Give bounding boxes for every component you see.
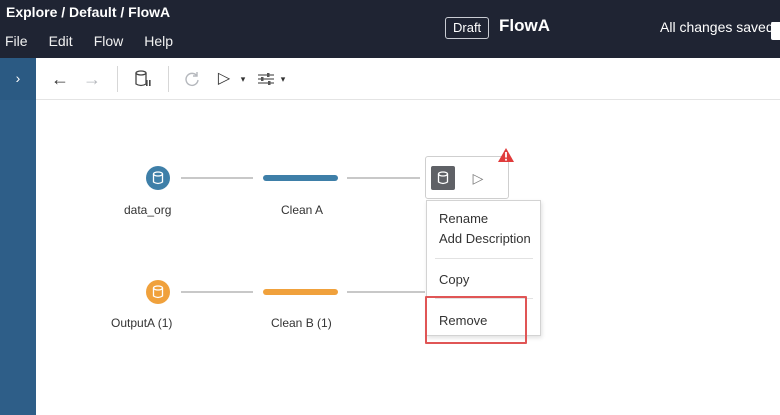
run-button[interactable]: ▷ [214, 58, 234, 100]
node-label-outputa: OutputA (1) [111, 316, 173, 330]
menu-help[interactable]: Help [144, 33, 173, 49]
node-label-clean-b: Clean B (1) [271, 316, 332, 330]
expand-sidebar-button[interactable]: › [0, 58, 36, 100]
menu-bar: File Edit Flow Help [5, 33, 194, 49]
breadcrumb: Explore / Default / FlowA [6, 4, 170, 20]
settings-dropdown[interactable]: ▾ [278, 58, 288, 100]
input-node-data-org[interactable] [146, 166, 170, 190]
caret-down-icon: ▾ [240, 74, 246, 84]
database-icon [152, 285, 164, 299]
save-status: All changes saved [660, 19, 774, 35]
run-dropdown[interactable]: ▾ [238, 58, 248, 100]
connector-line [347, 177, 420, 179]
node-label-clean-a: Clean A [281, 203, 324, 217]
output-database-button[interactable] [431, 166, 455, 190]
node-label-data-org: data_org [124, 203, 172, 217]
toolbar: ← → ▷ ▾ ▾ [36, 58, 780, 100]
left-sidebar [0, 58, 36, 415]
output-run-button[interactable]: ▷ [466, 167, 490, 189]
arrow-left-icon: ← [51, 69, 69, 89]
toolbar-divider [117, 66, 118, 92]
breadcrumb-explore[interactable]: Explore [6, 4, 57, 20]
connector-line [347, 291, 425, 293]
database-icon [152, 171, 164, 185]
breadcrumb-flowa[interactable]: FlowA [128, 4, 170, 20]
connector-line [181, 177, 253, 179]
data-source-button[interactable] [132, 58, 154, 100]
refresh-button[interactable] [181, 58, 203, 100]
remove-highlight-box [425, 296, 527, 344]
back-button[interactable]: ← [50, 58, 70, 100]
breadcrumb-separator: / [57, 4, 70, 20]
top-bar: Explore / Default / FlowA File Edit Flow… [0, 0, 780, 58]
clean-step-a[interactable] [263, 175, 338, 181]
connector-line [181, 291, 253, 293]
input-node-outputa[interactable] [146, 280, 170, 304]
flow-title[interactable]: FlowA [499, 16, 550, 36]
panel-edge-button[interactable] [771, 22, 780, 40]
draft-badge: Draft [445, 17, 490, 39]
breadcrumb-default[interactable]: Default [69, 4, 116, 20]
play-icon: ▷ [472, 170, 484, 186]
warning-icon [498, 148, 514, 162]
menu-file[interactable]: File [5, 33, 28, 49]
chevron-right-icon: › [15, 70, 21, 86]
database-icon [437, 171, 449, 185]
menu-divider [435, 258, 533, 259]
caret-down-icon: ▾ [280, 74, 286, 84]
menu-item-add-description[interactable]: Add Description [439, 231, 531, 246]
clean-step-b[interactable] [263, 289, 338, 295]
forward-button[interactable]: → [82, 58, 102, 100]
toolbar-divider [168, 66, 169, 92]
settings-button[interactable] [255, 58, 277, 100]
menu-edit[interactable]: Edit [49, 33, 73, 49]
menu-item-copy[interactable]: Copy [439, 272, 469, 287]
refresh-icon [185, 72, 199, 86]
menu-flow[interactable]: Flow [94, 33, 124, 49]
sliders-icon [258, 73, 274, 85]
breadcrumb-separator: / [116, 4, 129, 20]
arrow-right-icon: → [83, 69, 101, 89]
play-icon: ▷ [217, 70, 231, 87]
database-pause-icon [135, 70, 151, 87]
menu-item-rename[interactable]: Rename [439, 211, 488, 226]
